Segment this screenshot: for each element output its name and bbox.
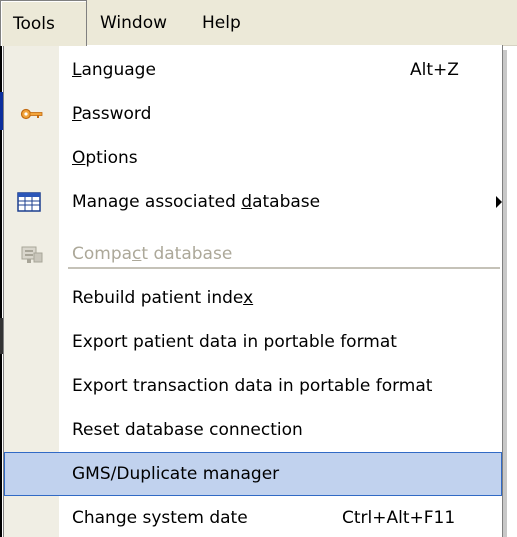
menu-item-password[interactable]: Password [4,92,502,136]
menu-item-label: Manage associated database [72,192,321,212]
menu-item-label: Reset database connection [72,420,303,440]
menu-bar: Tools Window Help [0,0,517,46]
menu-item-shortcut: Ctrl+Alt+F11 [342,508,456,528]
menu-item-export-patient-data[interactable]: Export patient data in portable format [4,320,502,364]
screen: Tools Window Help Language Alt+Z Passwor… [0,0,517,537]
menu-help[interactable]: Help [190,0,253,46]
menu-item-label: Compact database [72,244,233,264]
compact-database-icon [20,243,44,265]
menu-item-language[interactable]: Language Alt+Z [4,48,502,92]
menu-item-manage-associated-database[interactable]: Manage associated database [4,180,502,224]
menu-item-label: Rebuild patient index [72,288,254,308]
menu-item-shortcut: Alt+Z [410,60,459,80]
menu-item-label: Export patient data in portable format [72,332,397,352]
menu-item-label: Password [72,104,152,124]
menu-item-export-transaction-data[interactable]: Export transaction data in portable form… [4,364,502,408]
menu-item-change-system-date[interactable]: Change system date Ctrl+Alt+F11 [4,496,502,537]
menu-item-label: Change system date [72,508,248,528]
tools-dropdown-menu: Language Alt+Z Password Options Manage a… [3,45,503,537]
key-icon [20,103,44,125]
menu-item-gms-duplicate-manager[interactable]: GMS/Duplicate manager [4,452,502,496]
menu-item-label: Options [72,148,138,168]
menu-item-label: GMS/Duplicate manager [72,464,280,484]
menu-item-label: Export transaction data in portable form… [72,376,433,396]
menu-item-reset-database-connection[interactable]: Reset database connection [4,408,502,452]
submenu-arrow-icon [496,196,502,208]
menu-item-compact-database: Compact database [4,232,502,276]
menu-shadow [503,50,507,537]
menu-tools[interactable]: Tools [0,0,87,46]
menu-item-label: Language [72,60,156,80]
menu-window[interactable]: Window [88,0,179,46]
menu-item-options[interactable]: Options [4,136,502,180]
table-grid-icon [17,191,41,213]
menu-item-rebuild-patient-index[interactable]: Rebuild patient index [4,276,502,320]
